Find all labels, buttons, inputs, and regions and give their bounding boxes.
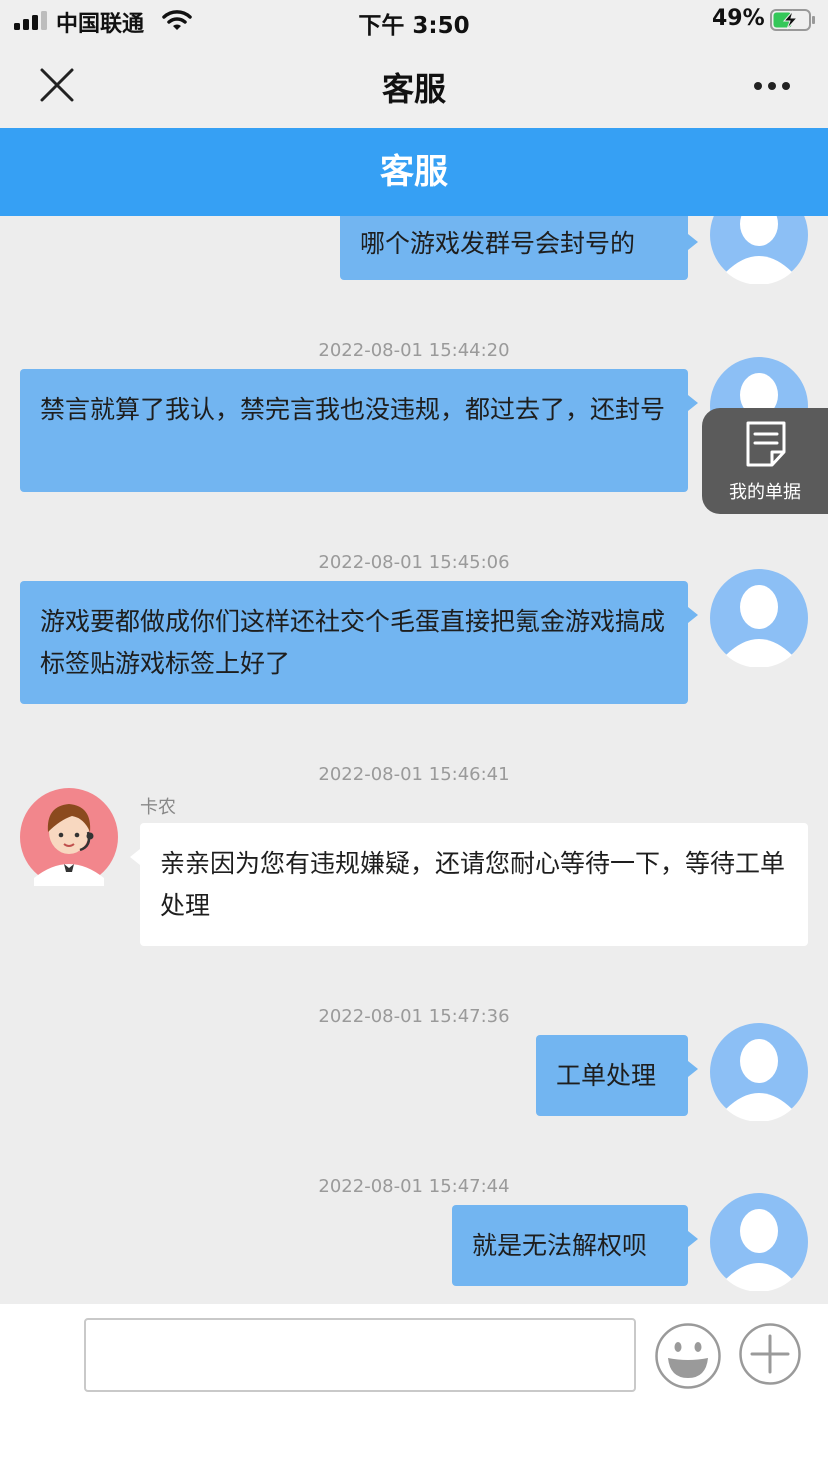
message-timestamp: 2022-08-01 15:45:06 (318, 552, 510, 573)
user-avatar-icon (710, 1193, 808, 1291)
document-icon (746, 421, 786, 467)
message-timestamp: 2022-08-01 15:44:20 (318, 340, 510, 361)
user-message-bubble: 就是无法解权呗 (452, 1205, 698, 1286)
battery-percentage: 49% (712, 6, 765, 31)
input-bar (0, 1304, 828, 1472)
chat-area[interactable]: 哪个游戏发群号会封号的 2022-08-01 15:44:20 禁言就算了我认，… (0, 216, 828, 1304)
user-message-bubble: 禁言就算了我认，禁完言我也没违规，都过去了，还封号 (20, 369, 698, 492)
user-avatar-icon (710, 569, 808, 667)
battery-charging-icon (770, 9, 815, 31)
message-timestamp: 2022-08-01 15:47:44 (318, 1176, 510, 1197)
agent-name: 卡农 (140, 797, 176, 818)
message-input[interactable] (84, 1318, 636, 1392)
user-message-bubble: 工单处理 (536, 1035, 698, 1116)
emoji-icon[interactable] (654, 1322, 722, 1390)
status-time: 下午 3:50 (358, 13, 470, 39)
agent-avatar-icon (20, 788, 118, 886)
add-attachment-icon[interactable] (738, 1322, 802, 1386)
user-message-bubble: 哪个游戏发群号会封号的 (340, 216, 698, 280)
page-header: 客服 (0, 128, 828, 216)
user-avatar-icon (710, 1023, 808, 1121)
nav-title: 客服 (381, 70, 446, 108)
agent-message-bubble: 亲亲因为您有违规嫌疑，还请您耐心等待一下，等待工单处理 (130, 823, 808, 946)
my-tickets-label: 我的单据 (729, 482, 801, 503)
message-timestamp: 2022-08-01 15:46:41 (318, 764, 510, 785)
user-avatar-icon (710, 216, 808, 284)
my-tickets-button[interactable]: 我的单据 (702, 408, 828, 514)
message-timestamp: 2022-08-01 15:47:36 (318, 1006, 510, 1027)
user-message-bubble: 游戏要都做成你们这样还社交个毛蛋直接把氪金游戏搞成标签贴游戏标签上好了 (20, 581, 698, 704)
more-options-icon[interactable] (748, 70, 796, 100)
nav-bar: 客服 (0, 44, 828, 128)
status-bar: 中国联通 下午 3:50 49% (0, 0, 828, 44)
